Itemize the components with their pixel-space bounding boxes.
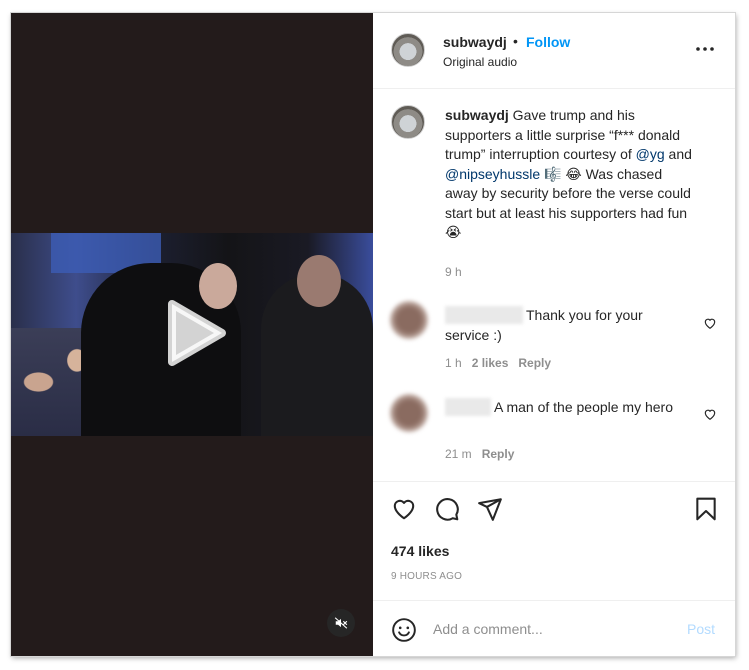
comment-text: Thank you for your service :) <box>445 305 685 345</box>
play-icon[interactable] <box>161 297 231 369</box>
commenter-avatar[interactable] <box>390 301 428 339</box>
caption-avatar[interactable] <box>391 105 425 139</box>
comment-text: A man of the people my hero <box>445 397 685 417</box>
post-dialog: subwaydj • Follow Original audio subwayd… <box>11 13 735 656</box>
more-options-icon[interactable] <box>693 39 717 59</box>
video-person-head <box>297 255 341 307</box>
caption-meta: 9 h <box>445 265 472 279</box>
caption-username[interactable]: subwaydj <box>445 107 509 123</box>
caption-text: and <box>664 146 692 162</box>
comment-input[interactable] <box>433 615 673 643</box>
like-comment-icon[interactable] <box>703 316 717 330</box>
commenter-username[interactable] <box>445 306 523 324</box>
video-player[interactable] <box>11 13 373 656</box>
username[interactable]: subwaydj <box>443 34 507 50</box>
post-header: subwaydj • Follow Original audio <box>373 13 735 89</box>
audio-label[interactable]: Original audio <box>443 55 517 69</box>
comments-section[interactable]: subwaydj Gave trump and his supporters a… <box>373 89 735 481</box>
post-panel: subwaydj • Follow Original audio subwayd… <box>373 13 735 656</box>
post-actions: 474 likes 9 HOURS AGO <box>373 481 735 600</box>
follow-button[interactable]: Follow <box>526 34 570 50</box>
reply-button[interactable]: Reply <box>518 356 551 370</box>
add-comment-bar: Post <box>373 600 735 657</box>
comment-meta: 21 m Reply <box>445 447 524 461</box>
share-icon[interactable] <box>477 496 503 522</box>
avatar[interactable] <box>391 33 425 67</box>
reply-button[interactable]: Reply <box>482 447 515 461</box>
commenter-avatar[interactable] <box>390 394 428 432</box>
bookmark-icon[interactable] <box>693 496 719 522</box>
likes-count[interactable]: 474 likes <box>391 543 449 559</box>
mention-link[interactable]: @yg <box>636 146 665 162</box>
comment-time[interactable]: 1 h <box>445 356 462 370</box>
caption-time[interactable]: 9 h <box>445 265 462 279</box>
comment-meta: 1 h 2 likes Reply <box>445 356 561 370</box>
heart-icon[interactable] <box>391 496 417 522</box>
post-timestamp[interactable]: 9 HOURS AGO <box>391 571 462 582</box>
comment-likes[interactable]: 2 likes <box>472 356 509 370</box>
comment-body: A man of the people my hero <box>494 399 673 415</box>
emoji-icon[interactable] <box>391 617 417 643</box>
separator-dot: • <box>513 33 518 49</box>
caption: subwaydj Gave trump and his supporters a… <box>445 106 693 243</box>
mention-link[interactable]: @nipseyhussle <box>445 166 540 182</box>
comment-icon[interactable] <box>434 496 460 522</box>
commenter-username[interactable] <box>445 398 491 416</box>
like-comment-icon[interactable] <box>703 407 717 421</box>
comment-time[interactable]: 21 m <box>445 447 472 461</box>
mute-icon[interactable] <box>327 609 355 637</box>
post-button[interactable]: Post <box>687 621 715 637</box>
